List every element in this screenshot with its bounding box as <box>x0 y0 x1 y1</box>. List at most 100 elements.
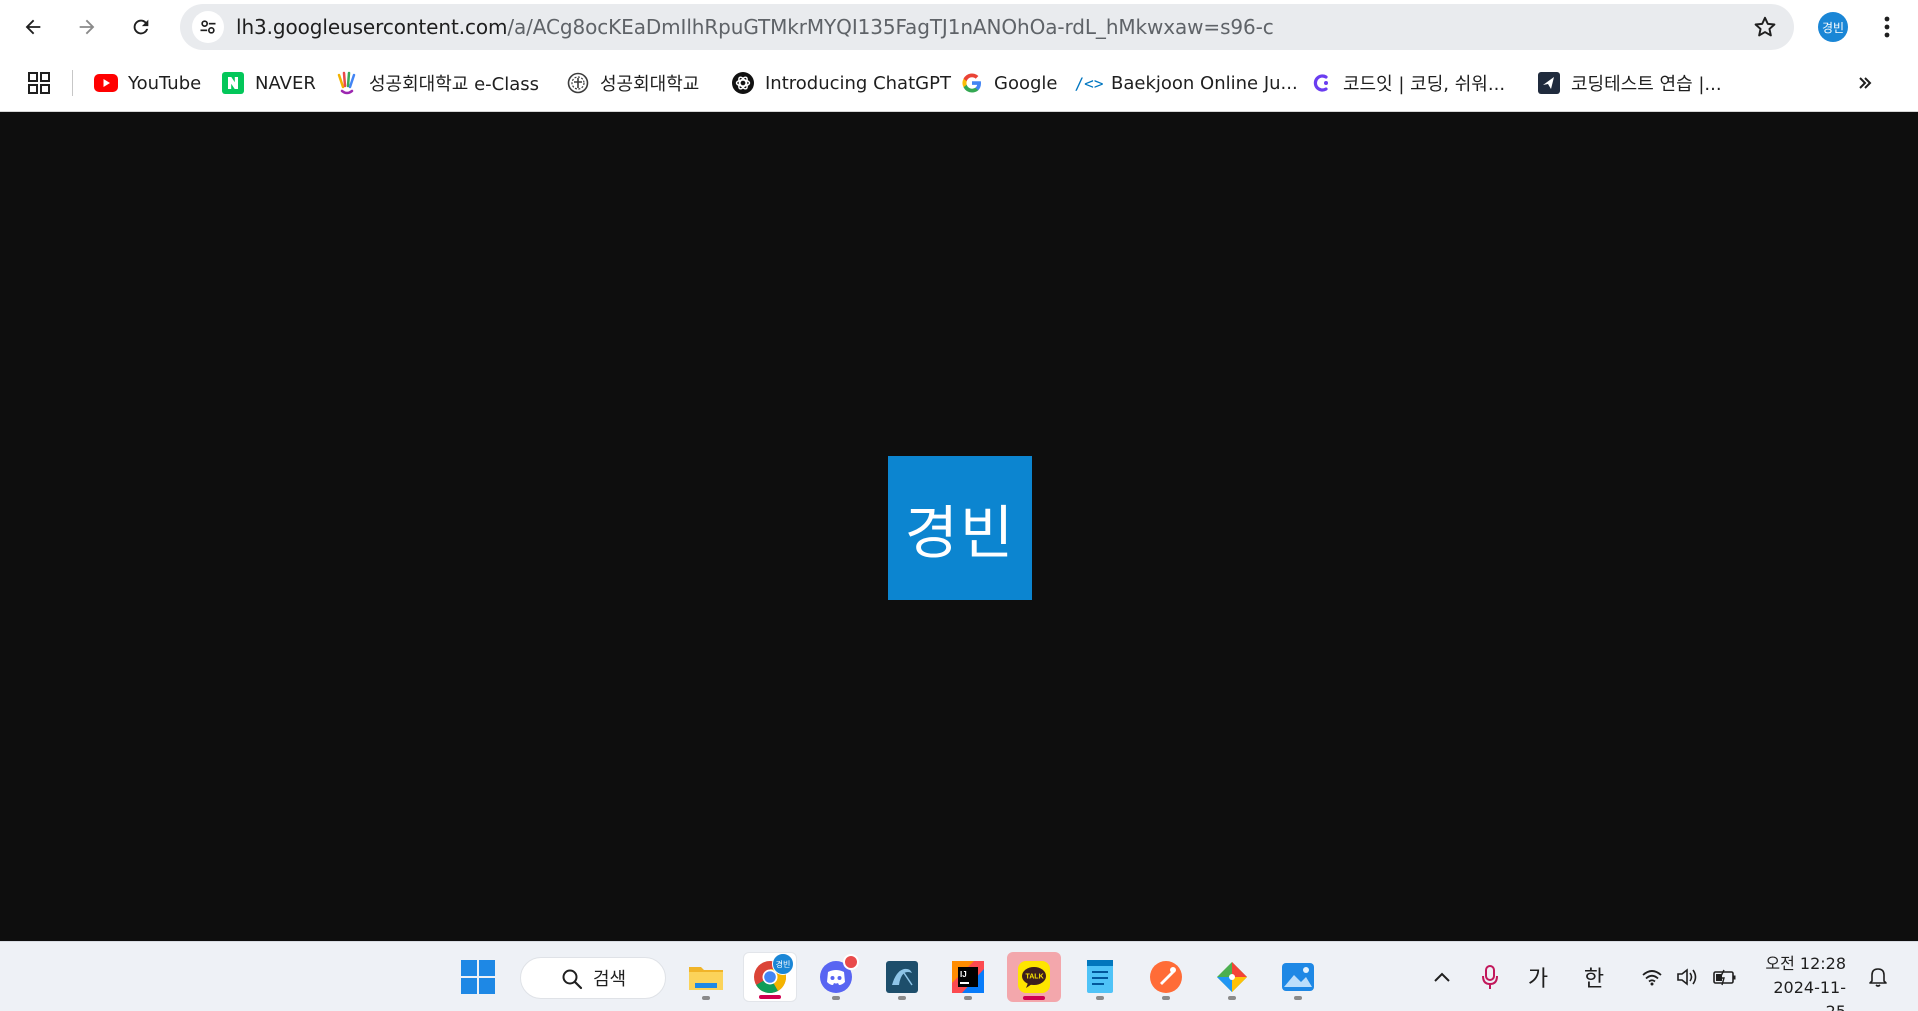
bookmarks-bar: YouTube NAVER 성공회대학교 e-Class 성공회대학교 Intr… <box>0 54 1918 112</box>
taskbar-postman[interactable] <box>1139 952 1193 1002</box>
taskbar-photos[interactable] <box>1271 952 1325 1002</box>
google-icon <box>960 71 984 95</box>
folder-icon <box>689 967 723 990</box>
bookmark-label: YouTube <box>128 72 202 94</box>
codeit-icon <box>1309 71 1333 95</box>
running-indicator <box>832 996 840 1000</box>
bookmark-label: Baekjoon Online Ju... <box>1111 72 1298 94</box>
bookmark-google[interactable]: Google <box>960 66 1057 100</box>
browser-toolbar: lh3.googleusercontent.com/a/ACg8ocKEaDmI… <box>0 0 1918 54</box>
microphone-icon <box>1482 965 1498 989</box>
bookmark-naver[interactable]: NAVER <box>221 66 316 100</box>
bookmark-eclass[interactable]: 성공회대학교 e-Class <box>335 66 539 100</box>
system-clock[interactable]: 오전 12:28 2024-11-25 <box>1756 952 1846 1011</box>
chevron-up-icon <box>1434 972 1450 982</box>
reload-button[interactable] <box>124 10 158 44</box>
bell-icon <box>1869 968 1887 987</box>
running-indicator <box>1228 996 1236 1000</box>
bookmark-university[interactable]: 성공회대학교 <box>566 66 699 100</box>
svg-text:TALK: TALK <box>1026 974 1044 981</box>
programmers-icon <box>1537 71 1561 95</box>
apps-grid-icon[interactable] <box>24 68 54 98</box>
active-indicator <box>759 995 781 999</box>
profile-avatar[interactable]: 경빈 <box>1818 12 1848 42</box>
reload-icon <box>133 19 149 35</box>
running-indicator <box>898 996 906 1000</box>
search-label: 검색 <box>593 969 627 990</box>
running-indicator <box>1162 996 1170 1000</box>
running-indicator <box>964 996 972 1000</box>
wifi-status[interactable] <box>1638 960 1666 994</box>
windows-logo-icon <box>461 960 495 994</box>
photos-icon <box>1282 963 1314 991</box>
microphone-indicator[interactable] <box>1476 960 1504 994</box>
more-vertical-icon <box>1884 16 1890 38</box>
youtube-icon <box>94 71 118 95</box>
bookmark-youtube[interactable]: YouTube <box>94 66 201 100</box>
running-indicator <box>702 996 710 1000</box>
forward-button[interactable] <box>70 10 104 44</box>
taskbar-discord[interactable] <box>809 952 863 1002</box>
bookmark-label: NAVER <box>255 72 316 94</box>
taskbar-mysql-workbench[interactable] <box>875 952 929 1002</box>
taskbar-file-explorer[interactable] <box>679 952 733 1002</box>
notification-badge <box>843 954 859 970</box>
bookmark-label: Google <box>994 72 1058 94</box>
notepad-icon <box>1087 960 1113 993</box>
taskbar-chrome[interactable]: 경빈 <box>743 952 797 1002</box>
bookmark-label: Introducing ChatGPT <box>765 72 951 94</box>
more-bookmarks-button[interactable] <box>1850 68 1880 98</box>
volume-status[interactable] <box>1674 960 1702 994</box>
clock-date: 2024-11-25 <box>1773 978 1846 1011</box>
running-indicator <box>1096 996 1104 1000</box>
chevron-double-right-icon <box>1859 77 1872 89</box>
wifi-icon <box>1642 970 1662 986</box>
address-bar[interactable]: lh3.googleusercontent.com/a/ACg8ocKEaDmI… <box>180 4 1794 50</box>
taskbar-notepad[interactable] <box>1073 952 1127 1002</box>
speaker-icon <box>1677 968 1697 986</box>
show-hidden-icons-button[interactable] <box>1428 960 1456 994</box>
chrome-profile-badge: 경빈 <box>772 953 794 975</box>
ime-language-indicator[interactable]: 한 <box>1578 960 1610 994</box>
chatgpt-icon <box>731 71 755 95</box>
arrow-left-icon <box>25 19 41 35</box>
bookmark-label: 코딩테스트 연습 |... <box>1571 74 1722 95</box>
ime-mode-indicator[interactable]: 가 <box>1522 960 1554 994</box>
bookmark-baekjoon[interactable]: /<> Baekjoon Online Ju... <box>1075 66 1298 100</box>
running-indicator <box>1294 996 1302 1000</box>
intellij-icon: IJ <box>952 961 984 993</box>
page-viewport: 경빈 <box>0 113 1918 941</box>
bookmark-star-icon[interactable] <box>1752 14 1778 40</box>
svg-text:IJ: IJ <box>960 970 967 979</box>
battery-status[interactable] <box>1710 960 1740 994</box>
taskbar-intellij[interactable]: IJ <box>941 952 995 1002</box>
url-text[interactable]: lh3.googleusercontent.com/a/ACg8ocKEaDmI… <box>236 4 1274 50</box>
kakaotalk-icon: TALK <box>1018 961 1050 993</box>
bookmark-label: 성공회대학교 e-Class <box>369 74 540 95</box>
battery-charging-icon <box>1713 969 1736 986</box>
bookmark-chatgpt[interactable]: Introducing ChatGPT <box>731 66 951 100</box>
windows-taskbar: 검색 경빈 IJ TALK 가 한 오전 12:28 2024-11- <box>0 941 1918 1011</box>
taskbar-kakaotalk[interactable]: TALK <box>1007 952 1061 1002</box>
arrow-right-icon <box>79 19 95 35</box>
active-indicator <box>1023 996 1045 1000</box>
bookmark-programmers[interactable]: 코딩테스트 연습 |... <box>1537 66 1722 100</box>
git-diamond-icon <box>1217 962 1247 992</box>
taskbar-sourcetree[interactable] <box>1205 952 1259 1002</box>
back-button[interactable] <box>16 10 50 44</box>
browser-menu-button[interactable] <box>1872 12 1902 42</box>
clock-time: 오전 12:28 <box>1765 954 1846 973</box>
taskbar-search[interactable]: 검색 <box>520 957 666 999</box>
site-info-button[interactable] <box>192 11 224 43</box>
naver-icon <box>221 71 245 95</box>
bookmark-label: 코드잇 | 코딩, 쉬워... <box>1343 74 1506 95</box>
notifications-button[interactable] <box>1864 960 1892 994</box>
start-button[interactable] <box>451 952 505 1002</box>
bookmark-codeit[interactable]: 코드잇 | 코딩, 쉬워... <box>1309 66 1505 100</box>
url-host: lh3.googleusercontent.com <box>236 15 508 39</box>
mysql-workbench-icon <box>886 961 918 993</box>
eclass-icon <box>335 71 359 95</box>
profile-image: 경빈 <box>888 456 1032 600</box>
search-icon <box>562 969 583 990</box>
bookmark-label: 성공회대학교 <box>600 74 700 95</box>
